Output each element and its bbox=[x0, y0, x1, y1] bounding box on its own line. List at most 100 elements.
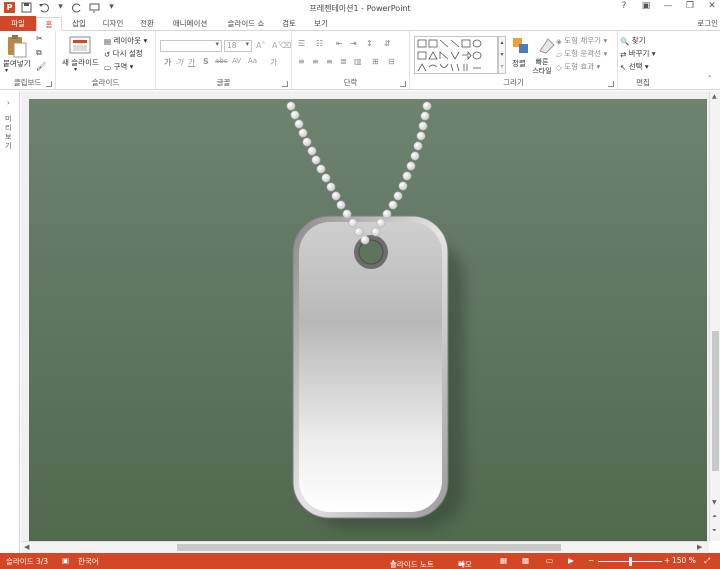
align-text-icon[interactable]: ⊞ bbox=[372, 57, 379, 66]
new-slide-icon[interactable] bbox=[69, 36, 91, 56]
shape-effects-button[interactable]: ◇ 도형 효과 ▾ bbox=[556, 61, 600, 72]
scroll-left-icon[interactable]: ◀ bbox=[24, 543, 29, 551]
section-button[interactable]: ▭ 구역 ▾ bbox=[104, 61, 133, 72]
shadow-button[interactable]: S bbox=[203, 57, 209, 66]
tab-file[interactable]: 파일 bbox=[0, 16, 36, 31]
arrange-icon[interactable] bbox=[512, 37, 530, 57]
replace-button[interactable]: ⇄ 바꾸기 ▾ bbox=[620, 48, 656, 59]
layout-icon: ▤ bbox=[104, 36, 112, 46]
tab-review[interactable]: 검토 bbox=[276, 17, 302, 31]
tab-transitions[interactable]: 전환 bbox=[134, 17, 160, 31]
horizontal-scroll-thumb[interactable] bbox=[177, 544, 561, 551]
line-spacing-icon[interactable]: ↕ bbox=[366, 39, 373, 48]
scroll-up-icon[interactable]: ▲ bbox=[712, 93, 717, 100]
numbering-icon[interactable]: ☷ bbox=[316, 39, 323, 48]
justify-icon[interactable]: ≣ bbox=[340, 57, 347, 66]
help-icon[interactable]: ? bbox=[618, 1, 630, 11]
tab-design[interactable]: 디자인 bbox=[98, 17, 128, 31]
previous-slide-icon[interactable]: ⏶ bbox=[712, 513, 717, 521]
language-indicator[interactable]: 한국어 bbox=[78, 556, 99, 567]
zoom-in-button[interactable]: + bbox=[664, 556, 670, 565]
italic-button[interactable]: 가 bbox=[176, 57, 183, 68]
shapes-gallery[interactable] bbox=[414, 36, 498, 74]
fit-to-window-icon[interactable]: ⤢ bbox=[704, 556, 710, 566]
shape-outline-button[interactable]: ▱ 도형 윤곽선 ▾ bbox=[556, 48, 607, 59]
font-color-button[interactable]: 가 bbox=[270, 57, 277, 68]
bullets-icon[interactable]: ☰ bbox=[298, 39, 305, 48]
quick-styles-icon[interactable] bbox=[538, 37, 556, 57]
decrease-indent-icon[interactable]: ⇤ bbox=[336, 39, 343, 48]
tab-view[interactable]: 보기 bbox=[308, 17, 334, 31]
clear-format-icon[interactable]: ⌫ bbox=[280, 41, 291, 50]
tab-animations[interactable]: 애니메이션 bbox=[166, 17, 214, 31]
vertical-scrollbar[interactable]: ▲ ▼ ⏶ ⏷ bbox=[709, 91, 720, 541]
shapes-gallery-scroll[interactable]: ▴ ▾ ▿ bbox=[498, 36, 506, 74]
expand-thumbnails-icon[interactable]: › bbox=[7, 99, 10, 107]
font-group: 18 A˄ A˅ 가 가 가 S abc AV Aa 가 ⌫ 글꼴 bbox=[156, 31, 292, 90]
strikethrough-button[interactable]: abc bbox=[215, 57, 228, 65]
zoom-level[interactable]: 150 % bbox=[672, 556, 696, 565]
bold-button[interactable]: 가 bbox=[164, 57, 171, 68]
new-slide-dropdown-icon[interactable]: ▾ bbox=[74, 66, 77, 73]
copy-icon[interactable]: ⧉ bbox=[36, 48, 42, 58]
align-center-icon[interactable]: ≡ bbox=[312, 57, 319, 66]
ribbon-display-icon[interactable]: ▣ bbox=[640, 1, 652, 11]
cut-icon[interactable]: ✂ bbox=[36, 34, 43, 43]
select-label: 선택 bbox=[628, 62, 643, 71]
shape-outline-label: 도형 윤곽선 bbox=[564, 49, 602, 58]
text-direction-icon[interactable]: ⇵ bbox=[384, 39, 391, 48]
select-button[interactable]: ↖ 선택 ▾ bbox=[620, 61, 649, 72]
section-label: 구역 bbox=[113, 62, 128, 71]
align-right-icon[interactable]: ≡ bbox=[326, 57, 333, 66]
collapse-ribbon-icon[interactable]: ˄ bbox=[708, 75, 712, 83]
layout-button[interactable]: ▤ 레이아웃 ▾ bbox=[104, 35, 147, 46]
new-slide-button[interactable]: 새 슬라이드 bbox=[62, 57, 99, 68]
scroll-right-icon[interactable]: ▶ bbox=[697, 543, 702, 551]
paragraph-launcher-icon[interactable] bbox=[400, 81, 406, 87]
align-left-icon[interactable]: ≡ bbox=[298, 57, 305, 66]
quick-styles-button[interactable]: 빠른 스타일 bbox=[532, 58, 552, 76]
char-spacing-button[interactable]: AV bbox=[232, 57, 241, 65]
dog-tag-graphic[interactable] bbox=[29, 99, 707, 541]
next-slide-icon[interactable]: ⏷ bbox=[712, 527, 717, 535]
section-icon: ▭ bbox=[104, 62, 112, 72]
shape-fill-button[interactable]: ◈ 도형 채우기 ▾ bbox=[556, 35, 607, 46]
arrange-button[interactable]: 정렬 bbox=[512, 58, 526, 69]
scroll-down-icon[interactable]: ▼ bbox=[712, 499, 717, 506]
font-name-combo[interactable] bbox=[160, 40, 222, 52]
columns-icon[interactable]: ▥ bbox=[354, 57, 362, 66]
paste-icon[interactable] bbox=[6, 34, 28, 60]
font-launcher-icon[interactable] bbox=[282, 81, 288, 87]
reading-view-icon[interactable]: ▭ bbox=[546, 556, 553, 565]
normal-view-icon[interactable]: ▦ bbox=[500, 556, 507, 565]
tab-insert[interactable]: 삽입 bbox=[66, 17, 92, 31]
tab-slideshow[interactable]: 슬라이드 쇼 bbox=[222, 17, 270, 31]
slide-counter[interactable]: 슬라이드 3/3 bbox=[6, 556, 48, 567]
underline-button[interactable]: 가 bbox=[188, 57, 195, 68]
slide-canvas[interactable] bbox=[29, 99, 707, 541]
zoom-slider-thumb[interactable] bbox=[628, 557, 632, 566]
increase-indent-icon[interactable]: ⇥ bbox=[350, 39, 357, 48]
grow-font-icon[interactable]: A˄ bbox=[256, 41, 265, 50]
close-button[interactable]: ✕ bbox=[706, 1, 718, 11]
restore-button[interactable]: ❐ bbox=[684, 1, 696, 11]
spellcheck-icon[interactable]: ▣ bbox=[62, 556, 69, 565]
smartart-icon[interactable]: ⊟ bbox=[388, 57, 395, 66]
tab-home[interactable]: 홈 bbox=[36, 17, 62, 31]
change-case-button[interactable]: Aa bbox=[248, 57, 257, 65]
clipboard-launcher-icon[interactable] bbox=[46, 81, 52, 87]
drawing-launcher-icon[interactable] bbox=[608, 81, 614, 87]
reset-button[interactable]: ↺ 다시 설정 bbox=[104, 48, 143, 59]
vertical-scroll-thumb[interactable] bbox=[712, 331, 719, 471]
slide-sorter-icon[interactable]: ▩ bbox=[522, 556, 529, 565]
font-size-combo[interactable]: 18 bbox=[224, 40, 252, 52]
horizontal-scrollbar[interactable]: ◀ ▶ bbox=[21, 541, 709, 553]
thumbnail-pane-label[interactable]: 미리보기 bbox=[5, 115, 15, 151]
login-link[interactable]: 로그인 bbox=[697, 18, 718, 29]
slideshow-view-icon[interactable]: ▶ bbox=[568, 556, 574, 565]
zoom-out-button[interactable]: − bbox=[588, 556, 594, 565]
find-button[interactable]: 🔍 찾기 bbox=[620, 35, 646, 46]
format-painter-icon[interactable]: 🖌 bbox=[36, 62, 46, 71]
paste-dropdown-icon[interactable]: ▾ bbox=[5, 67, 8, 74]
minimize-button[interactable]: — bbox=[662, 1, 674, 11]
